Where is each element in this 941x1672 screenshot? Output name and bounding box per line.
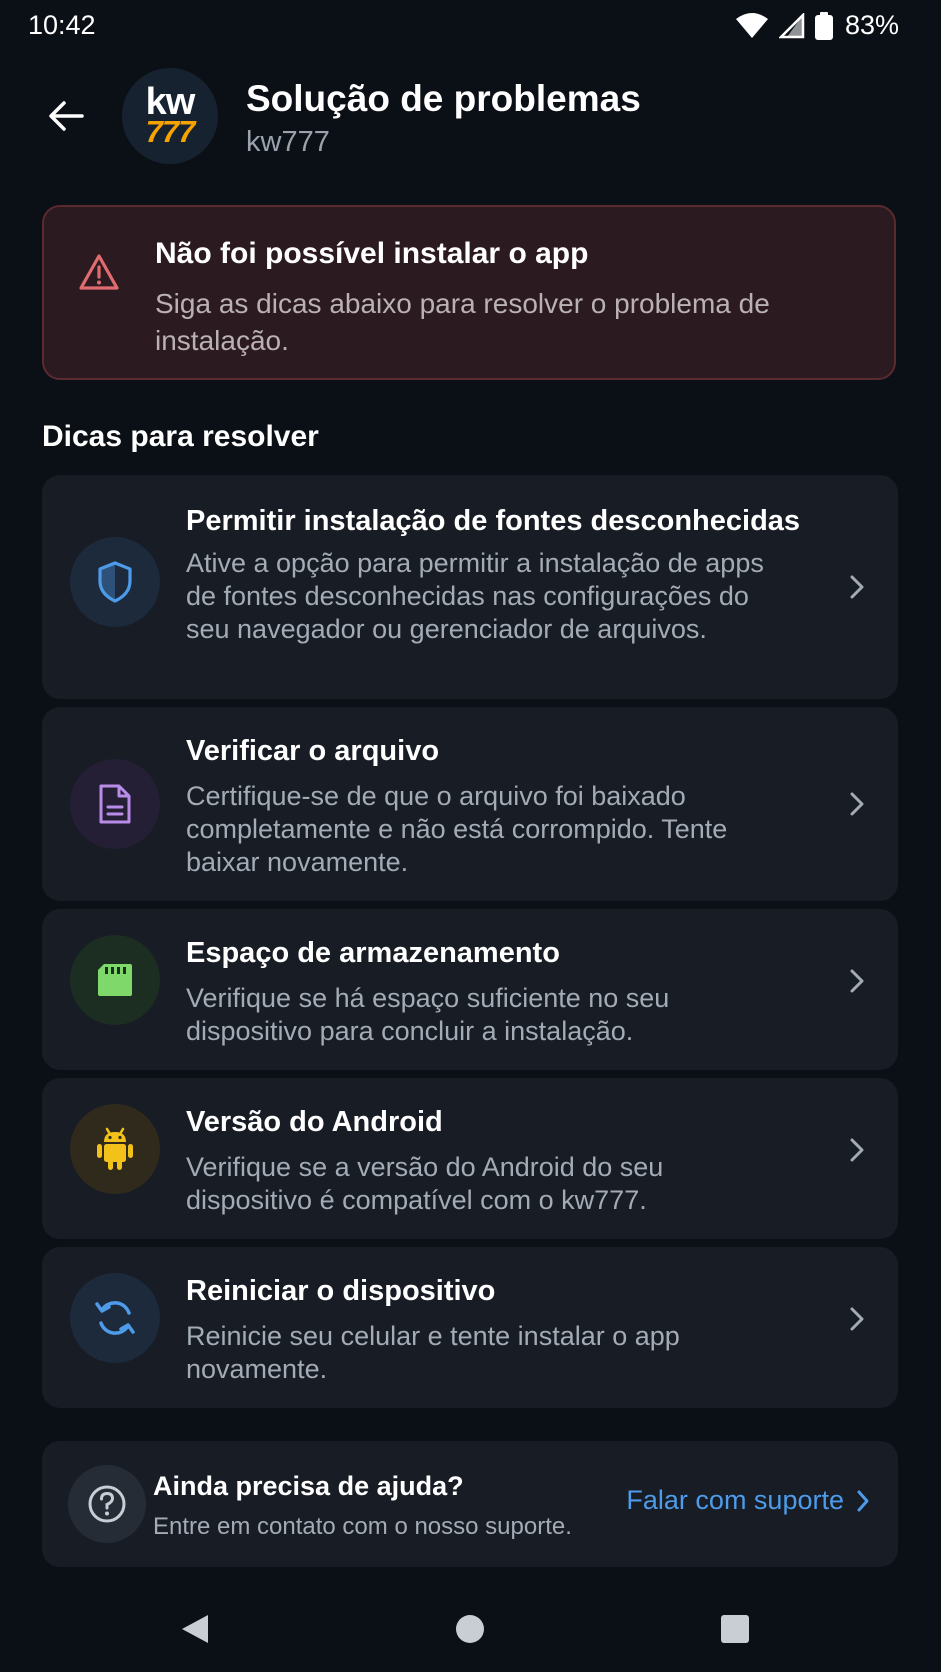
refresh-icon — [95, 1301, 135, 1335]
circle-home-icon — [456, 1615, 484, 1643]
tip-description: Certifique-se de que o arquivo foi baixa… — [186, 781, 728, 877]
tip-icon-circle — [70, 537, 160, 627]
chevron-right-icon — [842, 789, 872, 819]
help-title: Ainda precisa de ajuda? — [153, 1471, 464, 1501]
status-icons: 83% — [735, 10, 899, 41]
error-title: Não foi possível instalar o app — [155, 237, 589, 270]
page-title: Solução de problemas — [246, 78, 641, 119]
triangle-back-icon — [182, 1615, 208, 1643]
warning-icon — [79, 254, 119, 290]
tip-icon-circle — [70, 935, 160, 1025]
tip-storage-space[interactable]: Espaço de armazenamento Verifique se há … — [42, 909, 898, 1070]
page-subtitle: kw777 — [246, 126, 330, 158]
file-icon — [99, 784, 131, 824]
chevron-right-icon — [857, 1490, 869, 1511]
status-time: 10:42 — [28, 10, 96, 40]
status-bar: 10:42 83% — [0, 0, 941, 54]
tip-title: Verificar o arquivo — [186, 735, 440, 767]
tip-icon-circle — [70, 759, 160, 849]
wifi-icon — [735, 12, 768, 38]
tip-title: Reiniciar o dispositivo — [186, 1275, 496, 1307]
tip-verify-file[interactable]: Verificar o arquivo Certifique-se de que… — [42, 707, 898, 901]
battery-icon — [814, 11, 833, 40]
error-description: Siga as dicas abaixo para resolver o pro… — [155, 288, 770, 356]
sd-card-icon — [98, 964, 132, 996]
tip-description: Ative a opção para permitir a instalação… — [186, 548, 764, 644]
tip-description: Verifique se há espaço suficiente no seu… — [186, 983, 670, 1046]
install-error-alert: Não foi possível instalar o app Siga as … — [42, 205, 896, 380]
nav-home-button[interactable] — [445, 1604, 495, 1654]
tip-description: Verifique se a versão do Android do seu … — [186, 1152, 664, 1215]
battery-percentage: 83% — [844, 10, 899, 40]
chevron-right-icon — [842, 572, 872, 602]
shield-icon — [98, 561, 132, 603]
tip-title: Permitir instalação de fontes desconheci… — [186, 505, 801, 537]
help-description: Entre em contato com o nosso suporte. — [153, 1513, 572, 1540]
back-button[interactable] — [42, 92, 90, 140]
app-logo: kw 777 — [122, 68, 218, 164]
nav-recents-button[interactable] — [710, 1604, 760, 1654]
app-header: kw 777 Solução de problemas kw777 — [0, 64, 941, 174]
tip-title: Versão do Android — [186, 1106, 443, 1138]
tip-unknown-sources[interactable]: Permitir instalação de fontes desconheci… — [42, 475, 898, 699]
tip-restart-device[interactable]: Reiniciar o dispositivo Reinicie seu cel… — [42, 1247, 898, 1408]
tip-icon-circle — [70, 1104, 160, 1194]
nav-back-button[interactable] — [170, 1604, 220, 1654]
tip-title: Espaço de armazenamento — [186, 937, 560, 969]
contact-support-link[interactable]: Falar com suporte — [626, 1485, 870, 1516]
tip-android-version[interactable]: Versão do Android Verifique se a versão … — [42, 1078, 898, 1239]
section-title: Dicas para resolver — [42, 420, 319, 453]
logo-text-bottom: 777 — [145, 114, 196, 149]
cellular-signal-icon — [778, 12, 805, 38]
question-circle-icon — [88, 1485, 126, 1523]
help-icon-circle — [68, 1465, 146, 1543]
tip-icon-circle — [70, 1273, 160, 1363]
chevron-right-icon — [842, 1135, 872, 1165]
system-navigation-bar — [0, 1580, 941, 1672]
arrow-left-icon — [49, 101, 84, 131]
square-recents-icon — [721, 1615, 749, 1643]
contact-support-label: Falar com suporte — [626, 1485, 844, 1515]
tip-description: Reinicie seu celular e tente instalar o … — [186, 1321, 680, 1384]
help-card: Ainda precisa de ajuda? Entre em contato… — [42, 1441, 898, 1567]
chevron-right-icon — [842, 966, 872, 996]
chevron-right-icon — [842, 1304, 872, 1334]
android-icon — [97, 1127, 133, 1170]
